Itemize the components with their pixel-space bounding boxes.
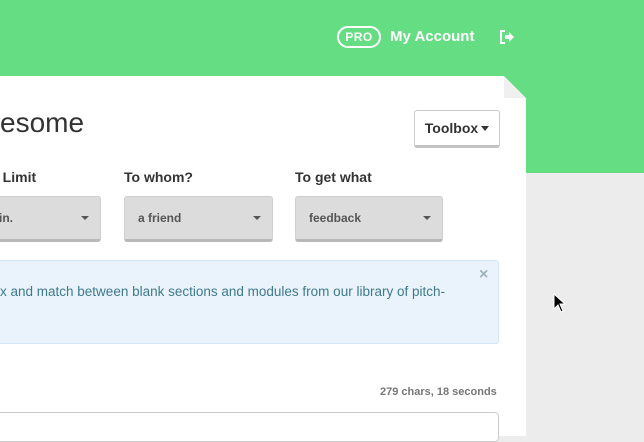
to-whom-label: To whom? bbox=[124, 169, 193, 185]
info-alert-text: x and match between blank sections and m… bbox=[0, 284, 445, 299]
time-limit-label: e Limit bbox=[0, 169, 37, 185]
sign-out-icon[interactable] bbox=[499, 29, 515, 45]
caret-down-icon bbox=[423, 216, 431, 220]
mouse-cursor-icon bbox=[553, 293, 567, 313]
my-account-link[interactable]: My Account bbox=[390, 28, 474, 46]
pro-badge: PRO bbox=[337, 26, 381, 48]
to-get-what-select[interactable]: feedback bbox=[295, 196, 443, 242]
time-limit-select[interactable]: in. bbox=[0, 196, 101, 242]
to-whom-select[interactable]: a friend bbox=[124, 196, 273, 242]
to-get-what-label: To get what bbox=[295, 169, 372, 185]
char-count: 279 chars, 18 seconds bbox=[380, 386, 497, 398]
time-limit-value: in. bbox=[0, 211, 13, 225]
pitch-textarea[interactable] bbox=[0, 412, 499, 442]
page-title: esome bbox=[0, 107, 85, 138]
to-whom-value: a friend bbox=[138, 211, 182, 225]
toolbox-label: Toolbox bbox=[424, 120, 479, 136]
to-get-what-value: feedback bbox=[309, 211, 362, 225]
close-icon[interactable]: × bbox=[479, 266, 488, 284]
caret-down-icon bbox=[253, 216, 261, 220]
caret-down-icon bbox=[81, 216, 89, 220]
page-fold-corner bbox=[504, 76, 526, 98]
caret-down-icon bbox=[481, 125, 490, 131]
toolbox-button[interactable]: Toolbox bbox=[414, 110, 500, 148]
info-alert bbox=[0, 260, 499, 344]
